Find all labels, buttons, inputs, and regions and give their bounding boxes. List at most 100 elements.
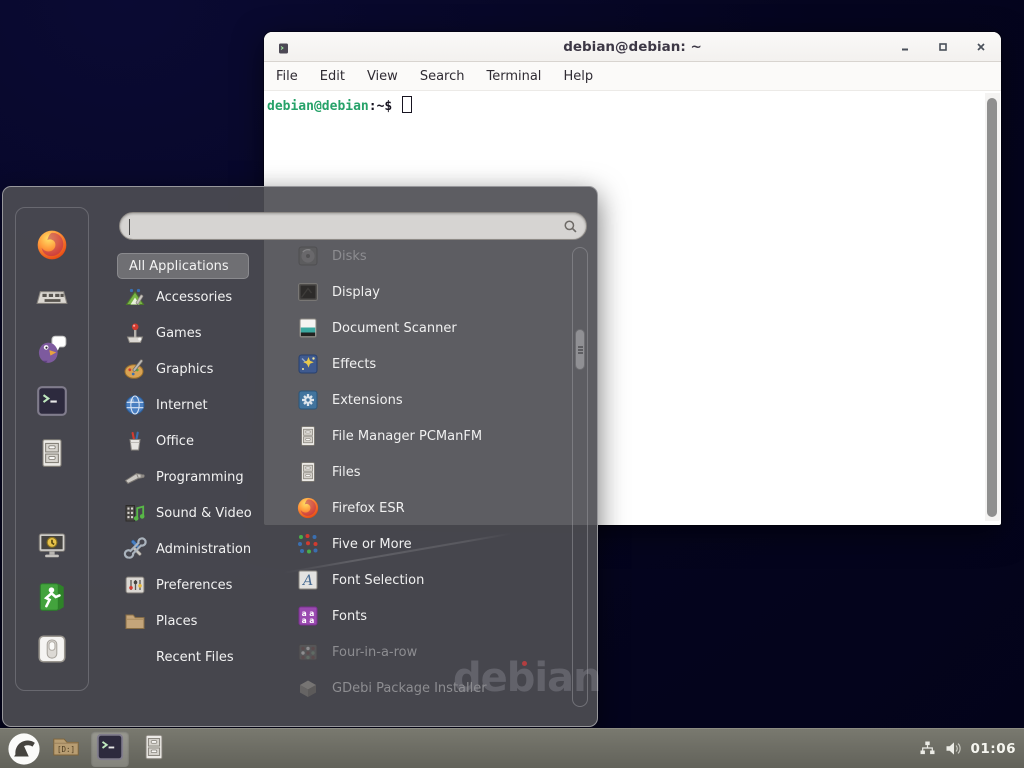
app-label: Display	[332, 285, 380, 300]
app-label: Fonts	[332, 609, 367, 624]
network-tray-icon[interactable]	[919, 740, 936, 757]
category-programming[interactable]: Programming	[117, 459, 282, 495]
category-places[interactable]: Places	[117, 603, 282, 639]
app-item-file-manager-pcmanfm[interactable]: File Manager PCManFM	[286, 418, 572, 454]
search-input[interactable]	[120, 213, 586, 239]
app-label: Five or More	[332, 537, 412, 552]
logout-button[interactable]	[35, 582, 69, 616]
all-applications-label: All Applications	[129, 259, 229, 274]
taskbar-app-folder-d[interactable]: [D:]	[47, 731, 85, 767]
taskbar-app-file-cabinet[interactable]	[135, 731, 173, 767]
gdebi-icon	[296, 676, 320, 700]
category-label: Games	[156, 326, 201, 341]
terminal-scrollbar-track[interactable]	[985, 93, 1000, 521]
app-item-five-or-more[interactable]: Five or More	[286, 526, 572, 562]
app-item-firefox-esr[interactable]: Firefox ESR	[286, 490, 572, 526]
four-in-a-row-icon	[296, 640, 320, 664]
app-label: GDebi Package Installer	[332, 681, 487, 696]
terminal-cursor	[402, 96, 412, 113]
menu-launcher-button[interactable]	[4, 730, 44, 768]
category-internet[interactable]: Internet	[117, 387, 282, 423]
menubar-item-view[interactable]: View	[358, 65, 407, 88]
favorite-keyboard[interactable]	[35, 282, 69, 316]
menu-logo-icon	[7, 732, 41, 766]
favorite-firefox[interactable]	[35, 230, 69, 264]
app-item-effects[interactable]: Effects	[286, 346, 572, 382]
category-label: Internet	[156, 398, 208, 413]
lock-screen-icon	[35, 528, 69, 566]
speaker-tray-icon[interactable]	[945, 740, 962, 757]
app-label: Four-in-a-row	[332, 645, 417, 660]
office-icon	[123, 429, 147, 453]
favorite-file-cabinet[interactable]	[35, 438, 69, 472]
disks-icon	[296, 244, 320, 268]
app-item-disks: Disks	[286, 238, 572, 274]
category-recent-files[interactable]: Recent Files	[117, 639, 282, 675]
scrollbar-grip	[578, 346, 583, 348]
maximize-button[interactable]	[935, 39, 951, 55]
menu-scrollbar-thumb[interactable]	[575, 329, 585, 370]
all-applications-button[interactable]: All Applications	[117, 253, 249, 279]
close-button[interactable]	[973, 39, 989, 55]
category-graphics[interactable]: Graphics	[117, 351, 282, 387]
shutdown-button[interactable]	[35, 634, 69, 668]
shutdown-icon	[35, 632, 69, 670]
terminal-menubar: FileEditViewSearchTerminalHelp	[264, 62, 1001, 91]
minimize-button[interactable]	[897, 39, 913, 55]
app-item-files[interactable]: Files	[286, 454, 572, 490]
category-administration[interactable]: Administration	[117, 531, 282, 567]
menu-scrollbar-track[interactable]	[572, 247, 588, 707]
lock-screen-button[interactable]	[35, 530, 69, 564]
category-games[interactable]: Games	[117, 315, 282, 351]
app-label: File Manager PCManFM	[332, 429, 482, 444]
category-sound-video[interactable]: Sound & Video	[117, 495, 282, 531]
category-label: Sound & Video	[156, 506, 252, 521]
category-label: Administration	[156, 542, 251, 557]
session-buttons	[16, 530, 88, 668]
category-label: Graphics	[156, 362, 213, 377]
administration-icon	[123, 537, 147, 561]
clock[interactable]: 01:06	[971, 741, 1016, 757]
games-icon	[123, 321, 147, 345]
pidgin-icon	[35, 332, 69, 370]
effects-icon	[296, 352, 320, 376]
app-item-extensions[interactable]: Extensions	[286, 382, 572, 418]
application-menu: debian All Applications AccessoriesGames…	[2, 186, 598, 727]
app-item-font-selection[interactable]: AFont Selection	[286, 562, 572, 598]
svg-text:A: A	[301, 573, 313, 589]
menubar-item-file[interactable]: File	[267, 65, 307, 88]
file-cabinet-icon	[139, 732, 169, 766]
taskbar-app-terminal-dark-active[interactable]	[91, 731, 129, 767]
app-label: Extensions	[332, 393, 403, 408]
category-accessories[interactable]: Accessories	[117, 279, 282, 315]
terminal-scrollbar-thumb[interactable]	[987, 98, 997, 517]
app-item-display[interactable]: Display	[286, 274, 572, 310]
preferences-icon	[123, 573, 147, 597]
five-or-more-icon	[296, 532, 320, 556]
app-item-document-scanner[interactable]: Document Scanner	[286, 310, 572, 346]
internet-icon	[123, 393, 147, 417]
favorite-terminal-dark[interactable]	[35, 386, 69, 420]
prompt-suffix: :~$	[369, 99, 392, 114]
category-preferences[interactable]: Preferences	[117, 567, 282, 603]
favorites-list	[16, 230, 88, 472]
desktop: debian@debian: ~ FileEditViewSearchTermi…	[0, 0, 1024, 768]
taskbar-app-buttons: [D:]	[44, 731, 176, 767]
app-item-fonts[interactable]: a aa aFonts	[286, 598, 572, 634]
application-list: Disks Display Document ScannerEffects Exten…	[286, 238, 572, 706]
favorite-pidgin[interactable]	[35, 334, 69, 368]
menubar-item-help[interactable]: Help	[554, 65, 602, 88]
terminal-prompt: debian@debian:~$	[267, 96, 412, 114]
terminal-dark-icon	[35, 384, 69, 422]
app-label: Disks	[332, 249, 367, 264]
taskbar: [D:] 01:06	[0, 728, 1024, 768]
menubar-item-terminal[interactable]: Terminal	[477, 65, 550, 88]
favorites-panel	[15, 207, 89, 691]
menubar-item-edit[interactable]: Edit	[311, 65, 354, 88]
menubar-item-search[interactable]: Search	[411, 65, 474, 88]
terminal-titlebar[interactable]: debian@debian: ~	[264, 32, 1001, 62]
document-scanner-icon	[296, 316, 320, 340]
category-office[interactable]: Office	[117, 423, 282, 459]
blank-icon	[123, 645, 147, 669]
prompt-user-host: debian@debian	[267, 99, 369, 114]
